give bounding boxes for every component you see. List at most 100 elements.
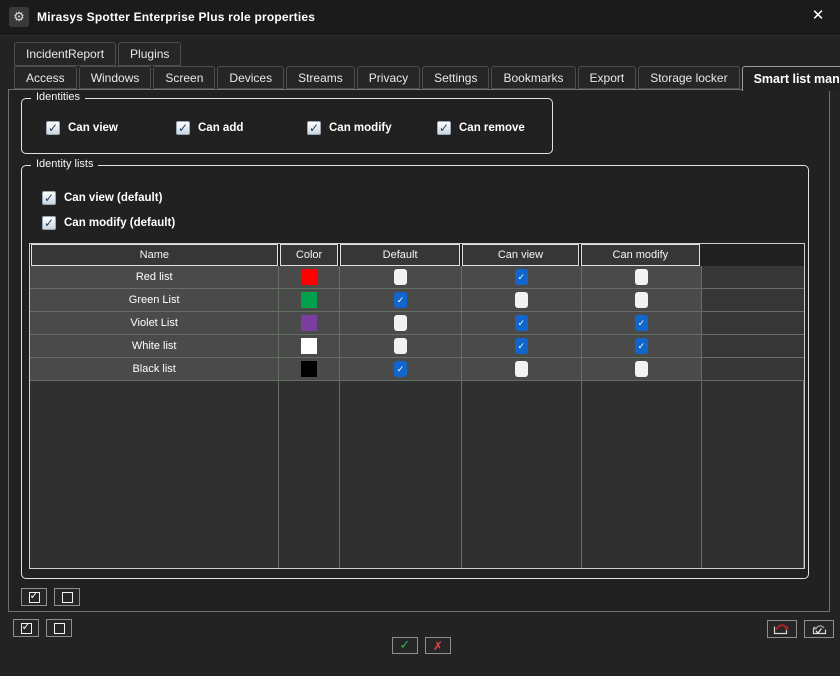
tab-content-panel: Identities ✓Can view✓Can add✓Can modify✓… (8, 89, 830, 612)
table-row-black-list[interactable]: Black list ✓ (30, 358, 804, 381)
default-cell: ✓ (340, 289, 462, 311)
copy-settings-button[interactable] (767, 620, 797, 638)
can-modify-checkbox-unchecked[interactable] (635, 269, 648, 285)
identity-lists-legend: Identity lists (31, 158, 98, 170)
global-select-buttons (13, 619, 72, 637)
uncheck-all-button[interactable] (54, 588, 80, 606)
check-all-global-button[interactable] (13, 619, 39, 637)
table-row-violet-list[interactable]: Violet List✓✓ (30, 312, 804, 335)
empty-column (702, 381, 804, 568)
tab-devices[interactable]: Devices (217, 66, 284, 89)
color-swatch[interactable] (301, 269, 317, 285)
title-bar: ⚙ Mirasys Spotter Enterprise Plus role p… (0, 0, 840, 34)
role-properties-dialog: ⚙ Mirasys Spotter Enterprise Plus role p… (0, 0, 840, 676)
default-checkbox-checked[interactable]: ✓ (394, 292, 407, 308)
checkbox-label: Can view (68, 122, 118, 134)
color-swatch[interactable] (301, 315, 317, 331)
color-swatch[interactable] (301, 292, 317, 308)
tab-access[interactable]: Access (14, 66, 77, 89)
table-row-green-list[interactable]: Green List✓ (30, 289, 804, 312)
checkbox-can-view-default-[interactable]: ✓Can view (default) (42, 191, 162, 205)
can-modify-cell: ✓ (582, 312, 703, 334)
table-row-red-list[interactable]: Red list✓ (30, 266, 804, 289)
checkbox-can-add[interactable]: ✓Can add (176, 121, 243, 135)
default-cell (340, 335, 462, 357)
cancel-button[interactable]: ✗ (425, 637, 451, 654)
column-header-can-view[interactable]: Can view (462, 244, 579, 266)
copy-paste-buttons (767, 620, 834, 638)
identities-group: Identities ✓Can view✓Can add✓Can modify✓… (21, 98, 553, 154)
identities-legend: Identities (31, 91, 85, 103)
ok-button[interactable]: ✓ (392, 637, 418, 654)
tab-incidentreport[interactable]: IncidentReport (14, 42, 116, 66)
tab-settings[interactable]: Settings (422, 66, 489, 89)
name-cell: Black list (30, 358, 279, 380)
name-cell: White list (30, 335, 279, 357)
can-view-checkbox-checked[interactable]: ✓ (515, 338, 528, 354)
column-header-can-modify[interactable]: Can modify (581, 244, 699, 266)
ok-check-icon: ✓ (400, 639, 411, 652)
can-view-cell: ✓ (462, 266, 582, 288)
color-cell (279, 335, 340, 357)
column-header-name[interactable]: Name (31, 244, 278, 266)
color-swatch[interactable] (301, 338, 317, 354)
table-row-white-list[interactable]: White list ✓ ✓ (30, 335, 804, 358)
paste-settings-button[interactable] (804, 620, 834, 638)
color-swatch[interactable] (301, 361, 317, 377)
window-title: Mirasys Spotter Enterprise Plus role pro… (37, 10, 315, 24)
tab-storage-locker[interactable]: Storage locker (638, 66, 739, 89)
checkbox-label: Can modify (329, 122, 392, 134)
checked-box-icon: ✓ (42, 216, 56, 230)
can-modify-checkbox-unchecked[interactable] (635, 361, 648, 377)
empty-column (30, 381, 279, 568)
checked-box-icon: ✓ (46, 121, 60, 135)
default-checkbox-unchecked[interactable] (394, 269, 407, 285)
gear-icon: ⚙ (9, 7, 29, 27)
check-all-icon (29, 592, 40, 603)
can-view-cell (462, 289, 582, 311)
checkbox-can-remove[interactable]: ✓ Can remove (437, 121, 525, 135)
tab-plugins[interactable]: Plugins (118, 42, 181, 66)
arrow-out-of-box-icon (809, 623, 829, 636)
tab-screen[interactable]: Screen (153, 66, 215, 89)
can-view-checkbox-unchecked[interactable] (515, 292, 528, 308)
default-checkbox-unchecked[interactable] (394, 315, 407, 331)
tab-smart-list-management[interactable]: Smart list management (742, 66, 840, 91)
checkbox-can-modify[interactable]: ✓ Can modify (307, 121, 392, 135)
default-cell: ✓ (340, 358, 462, 380)
checked-box-icon: ✓ (307, 121, 321, 135)
tab-bookmarks[interactable]: Bookmarks (491, 66, 575, 89)
close-icon[interactable]: ✕ (808, 6, 828, 26)
column-header-color[interactable]: Color (280, 244, 339, 266)
tab-export[interactable]: Export (578, 66, 637, 89)
table-empty-area (30, 381, 804, 568)
can-view-checkbox-checked[interactable]: ✓ (515, 269, 528, 285)
can-view-checkbox-unchecked[interactable] (515, 361, 528, 377)
uncheck-all-icon (62, 592, 73, 603)
can-modify-checkbox-checked[interactable]: ✓ (635, 315, 648, 331)
checkbox-can-modify-default-[interactable]: ✓Can modify (default) (42, 216, 175, 230)
empty-column (462, 381, 582, 568)
can-modify-cell (582, 358, 703, 380)
color-cell (279, 358, 340, 380)
column-header-default[interactable]: Default (340, 244, 459, 266)
checked-box-icon: ✓ (437, 121, 451, 135)
check-all-button[interactable] (21, 588, 47, 606)
can-modify-checkbox-unchecked[interactable] (635, 292, 648, 308)
default-cell (340, 266, 462, 288)
can-modify-checkbox-checked[interactable]: ✓ (635, 338, 648, 354)
table-select-buttons (21, 588, 80, 606)
uncheck-all-global-button[interactable] (46, 619, 72, 637)
can-view-checkbox-checked[interactable]: ✓ (515, 315, 528, 331)
color-cell (279, 289, 340, 311)
tab-privacy[interactable]: Privacy (357, 66, 420, 89)
main-tab-strip: AccessWindowsScreenDevicesStreamsPrivacy… (14, 66, 840, 89)
tab-windows[interactable]: Windows (79, 66, 152, 89)
tab-streams[interactable]: Streams (286, 66, 355, 89)
can-view-cell: ✓ (462, 312, 582, 334)
checkbox-label: Can remove (459, 122, 525, 134)
default-checkbox-unchecked[interactable] (394, 338, 407, 354)
checkbox-can-view[interactable]: ✓ Can view (46, 121, 118, 135)
default-checkbox-checked[interactable]: ✓ (394, 361, 407, 377)
empty-cell (702, 312, 804, 334)
